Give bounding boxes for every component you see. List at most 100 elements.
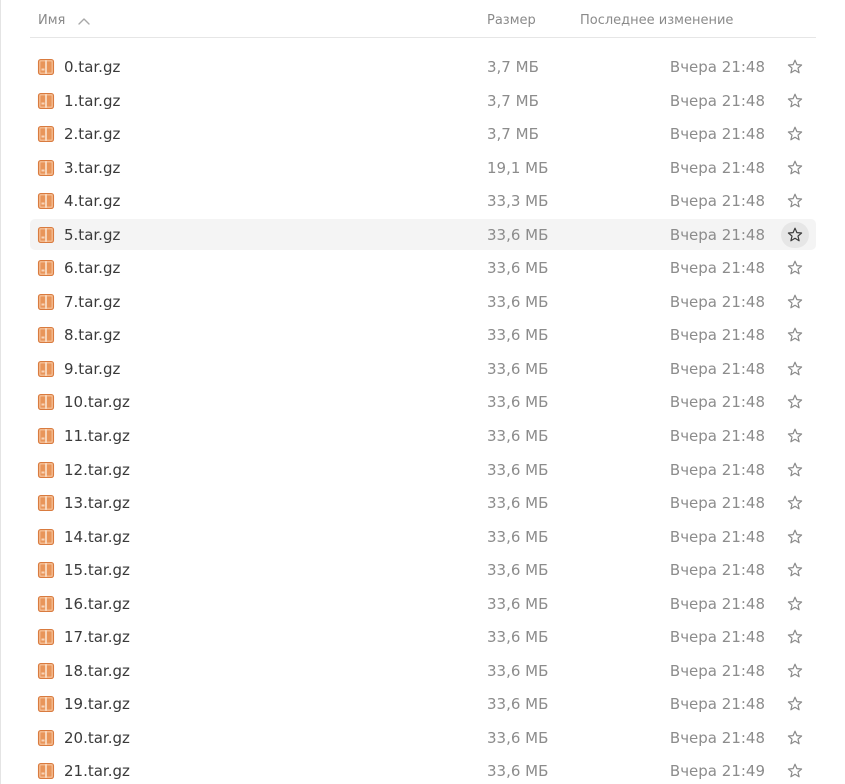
- star-button[interactable]: [781, 557, 809, 583]
- file-name[interactable]: 16.tar.gz: [64, 595, 130, 614]
- star-button[interactable]: [781, 490, 809, 516]
- archive-icon: [37, 360, 55, 378]
- star-outline-icon: [787, 227, 803, 242]
- archive-icon: [37, 58, 55, 76]
- file-size: 33,6 МБ: [487, 292, 549, 311]
- star-button[interactable]: [781, 155, 809, 181]
- file-row[interactable]: 14.tar.gz 33,6 МБ Вчера 21:48: [0, 521, 845, 555]
- file-name[interactable]: 13.tar.gz: [64, 494, 130, 513]
- file-row[interactable]: 16.tar.gz 33,6 МБ Вчера 21:48: [0, 588, 845, 622]
- file-modified: Вчера 21:48: [669, 594, 765, 613]
- file-name[interactable]: 20.tar.gz: [64, 729, 130, 748]
- archive-icon: [37, 595, 55, 613]
- file-name[interactable]: 5.tar.gz: [64, 226, 120, 245]
- star-button[interactable]: [781, 624, 809, 650]
- file-name[interactable]: 0.tar.gz: [64, 58, 120, 77]
- file-row[interactable]: 12.tar.gz 33,6 МБ Вчера 21:48: [0, 454, 845, 488]
- star-button[interactable]: [781, 457, 809, 483]
- file-row[interactable]: 19.tar.gz 33,6 МБ Вчера 21:48: [0, 688, 845, 722]
- star-button[interactable]: [781, 389, 809, 415]
- column-header-name[interactable]: Имя: [38, 12, 92, 29]
- file-modified: Вчера 21:48: [669, 326, 765, 345]
- star-button[interactable]: [781, 758, 809, 784]
- file-name[interactable]: 15.tar.gz: [64, 561, 130, 580]
- archive-icon: [37, 326, 55, 344]
- file-modified: Вчера 21:48: [669, 359, 765, 378]
- file-row[interactable]: 3.tar.gz 19,1 МБ Вчера 21:48: [0, 152, 845, 186]
- file-name[interactable]: 11.tar.gz: [64, 427, 130, 446]
- star-button[interactable]: [781, 322, 809, 348]
- file-row[interactable]: 2.tar.gz 3,7 МБ Вчера 21:48: [0, 118, 845, 152]
- file-name[interactable]: 7.tar.gz: [64, 293, 120, 312]
- file-name[interactable]: 1.tar.gz: [64, 92, 120, 111]
- star-button[interactable]: [781, 691, 809, 717]
- column-header-size[interactable]: Размер: [487, 12, 536, 29]
- file-row[interactable]: 6.tar.gz 33,6 МБ Вчера 21:48: [0, 252, 845, 286]
- file-name[interactable]: 21.tar.gz: [64, 762, 130, 781]
- file-name[interactable]: 9.tar.gz: [64, 360, 120, 379]
- file-row[interactable]: 20.tar.gz 33,6 МБ Вчера 21:48: [0, 722, 845, 756]
- file-name[interactable]: 17.tar.gz: [64, 628, 130, 647]
- star-outline-icon: [787, 696, 803, 711]
- file-row[interactable]: 1.tar.gz 3,7 МБ Вчера 21:48: [0, 85, 845, 119]
- file-modified: Вчера 21:48: [669, 494, 765, 513]
- file-row[interactable]: 13.tar.gz 33,6 МБ Вчера 21:48: [0, 487, 845, 521]
- star-button[interactable]: [781, 591, 809, 617]
- file-name[interactable]: 10.tar.gz: [64, 393, 130, 412]
- file-name[interactable]: 18.tar.gz: [64, 662, 130, 681]
- file-modified: Вчера 21:48: [669, 661, 765, 680]
- file-name[interactable]: 19.tar.gz: [64, 695, 130, 714]
- star-outline-icon: [787, 59, 803, 74]
- file-row[interactable]: 21.tar.gz 33,6 МБ Вчера 21:49: [0, 755, 845, 784]
- file-row[interactable]: 8.tar.gz 33,6 МБ Вчера 21:48: [0, 319, 845, 353]
- file-name[interactable]: 2.tar.gz: [64, 125, 120, 144]
- archive-icon: [37, 393, 55, 411]
- star-button[interactable]: [781, 255, 809, 281]
- file-size: 33,6 МБ: [487, 460, 549, 479]
- star-button[interactable]: [781, 289, 809, 315]
- file-row[interactable]: 10.tar.gz 33,6 МБ Вчера 21:48: [0, 386, 845, 420]
- star-button[interactable]: [781, 221, 809, 248]
- archive-icon: [37, 159, 55, 177]
- star-button[interactable]: [781, 188, 809, 214]
- star-button[interactable]: [781, 423, 809, 449]
- file-row[interactable]: 11.tar.gz 33,6 МБ Вчера 21:48: [0, 420, 845, 454]
- file-modified: Вчера 21:48: [669, 393, 765, 412]
- file-modified: Вчера 21:48: [669, 192, 765, 211]
- file-name[interactable]: 12.tar.gz: [64, 461, 130, 480]
- star-button[interactable]: [781, 524, 809, 550]
- column-header: Имя Размер Последнее изменение: [0, 0, 845, 40]
- file-size: 33,6 МБ: [487, 393, 549, 412]
- star-outline-icon: [787, 126, 803, 141]
- archive-icon: [37, 528, 55, 546]
- star-button[interactable]: [781, 88, 809, 114]
- star-outline-icon: [787, 663, 803, 678]
- file-row[interactable]: 0.tar.gz 3,7 МБ Вчера 21:48: [0, 51, 845, 85]
- star-button[interactable]: [781, 121, 809, 147]
- star-button[interactable]: [781, 54, 809, 80]
- file-name[interactable]: 3.tar.gz: [64, 159, 120, 178]
- file-row[interactable]: 17.tar.gz 33,6 МБ Вчера 21:48: [0, 621, 845, 655]
- file-name[interactable]: 4.tar.gz: [64, 192, 120, 211]
- file-row[interactable]: 18.tar.gz 33,6 МБ Вчера 21:48: [0, 655, 845, 689]
- file-row[interactable]: 7.tar.gz 33,6 МБ Вчера 21:48: [0, 286, 845, 320]
- column-header-modified[interactable]: Последнее изменение: [580, 12, 733, 29]
- file-modified: Вчера 21:48: [669, 225, 765, 244]
- file-name[interactable]: 6.tar.gz: [64, 259, 120, 278]
- file-row[interactable]: 9.tar.gz 33,6 МБ Вчера 21:48: [0, 353, 845, 387]
- star-button[interactable]: [781, 356, 809, 382]
- star-button[interactable]: [781, 725, 809, 751]
- archive-icon: [37, 494, 55, 512]
- file-row[interactable]: 15.tar.gz 33,6 МБ Вчера 21:48: [0, 554, 845, 588]
- file-row[interactable]: 4.tar.gz 33,3 МБ Вчера 21:48: [0, 185, 845, 219]
- file-name[interactable]: 14.tar.gz: [64, 528, 130, 547]
- file-name[interactable]: 8.tar.gz: [64, 326, 120, 345]
- file-size: 33,6 МБ: [487, 762, 549, 781]
- file-size: 33,6 МБ: [487, 527, 549, 546]
- star-button[interactable]: [781, 658, 809, 684]
- archive-icon: [37, 226, 55, 244]
- file-row[interactable]: 5.tar.gz 33,6 МБ Вчера 21:48: [0, 218, 845, 253]
- archive-icon: [37, 662, 55, 680]
- file-modified: Вчера 21:48: [669, 125, 765, 144]
- file-modified: Вчера 21:48: [669, 91, 765, 110]
